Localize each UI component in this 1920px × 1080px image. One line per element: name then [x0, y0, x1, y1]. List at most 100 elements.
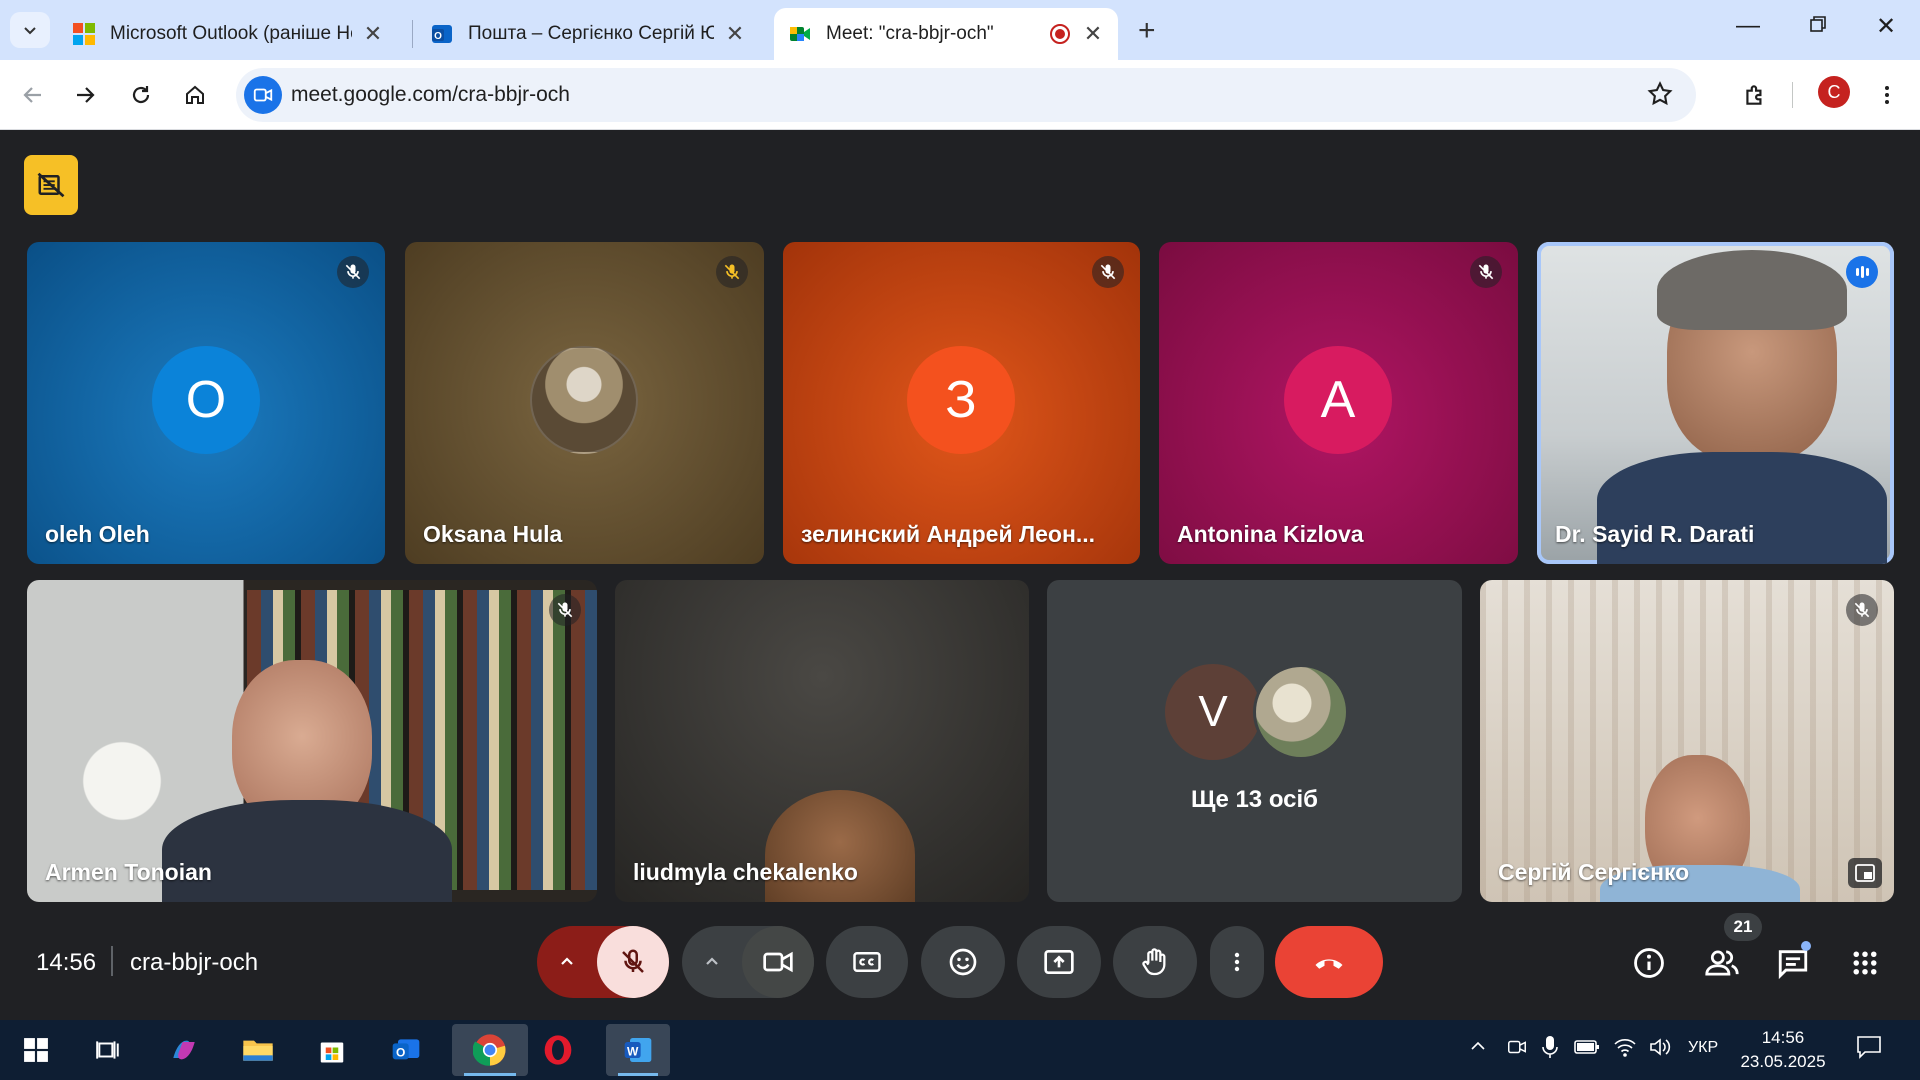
address-bar[interactable]: meet.google.com/cra-bbjr-och [236, 68, 1696, 122]
tab-strip: Microsoft Outlook (раніше Hot ✕ O Пошта … [0, 0, 1920, 60]
close-tab-icon[interactable]: ✕ [724, 21, 746, 47]
toolbar-divider [1792, 82, 1793, 108]
speaker-icon [1650, 1038, 1671, 1056]
video-options-button[interactable] [682, 926, 742, 998]
participants-count-badge: 21 [1724, 913, 1762, 941]
mic-toggle-button[interactable] [597, 926, 669, 998]
present-screen-button[interactable] [1017, 926, 1101, 998]
browser-menu-button[interactable] [1868, 76, 1906, 114]
more-options-button[interactable] [1210, 926, 1264, 998]
participant-tile-oksana[interactable]: Oksana Hula [405, 242, 764, 564]
chevron-up-icon [561, 957, 573, 965]
profile-avatar[interactable]: С [1818, 76, 1850, 108]
svg-text:O: O [396, 1046, 405, 1060]
bookmark-button[interactable] [1646, 80, 1674, 113]
taskbar-clock[interactable]: 14:56 23.05.2025 [1738, 1026, 1828, 1074]
start-button[interactable] [10, 1028, 62, 1072]
mic-off-icon [622, 949, 644, 973]
avatar-photo [530, 346, 638, 454]
close-window-button[interactable]: ✕ [1866, 12, 1906, 41]
site-info-button[interactable] [244, 76, 282, 114]
url-text: meet.google.com/cra-bbjr-och [291, 83, 570, 106]
microphone-tray-button[interactable] [1540, 1035, 1560, 1064]
opera-icon [544, 1035, 572, 1065]
store-icon [320, 1042, 344, 1063]
meet-tray-button[interactable] [1506, 1036, 1528, 1063]
taskbar-outlook[interactable]: O [380, 1028, 432, 1072]
taskbar-word[interactable]: W [606, 1024, 670, 1076]
avatar-photo [1253, 664, 1349, 760]
leave-call-button[interactable] [1275, 926, 1383, 998]
hand-icon [1142, 948, 1166, 976]
extensions-button[interactable] [1736, 76, 1774, 114]
chevron-up-icon [1471, 1041, 1485, 1050]
notification-chat-icon [1857, 1036, 1881, 1059]
tab-search-button[interactable] [10, 12, 50, 48]
minimize-button[interactable]: — [1728, 12, 1768, 40]
restore-button[interactable] [1798, 12, 1838, 40]
forward-button[interactable] [66, 76, 104, 114]
participant-tile-antonina[interactable]: A Antonina Kizlova [1159, 242, 1518, 564]
taskbar-opera[interactable] [532, 1028, 584, 1072]
tab-mail[interactable]: O Пошта – Сергієнко Сергій Юр ✕ [416, 8, 760, 60]
participant-tile-zelinsky[interactable]: З зелинский Андрей Леон... [783, 242, 1140, 564]
participant-tile-serhii[interactable]: Сергій Сергієнко [1480, 580, 1894, 902]
tab-title: Meet: "cra-bbjr-och" [826, 23, 994, 44]
recording-badge[interactable] [24, 155, 78, 215]
present-to-all-icon [1044, 950, 1074, 974]
picture-in-picture-button[interactable] [1848, 858, 1882, 888]
taskbar-copilot[interactable] [158, 1028, 210, 1072]
apps-grid-icon [1853, 951, 1877, 975]
tab-title: Пошта – Сергієнко Сергій Юр [468, 23, 714, 44]
captions-button[interactable] [826, 926, 908, 998]
new-tab-button[interactable]: + [1138, 14, 1156, 48]
windows-taskbar: O W УКР 14:56 23.05.2025 [0, 1020, 1920, 1080]
back-button[interactable] [14, 76, 52, 114]
participant-tile-sayid[interactable]: Dr. Sayid R. Darati [1537, 242, 1894, 564]
video-camera-icon [1508, 1040, 1526, 1054]
folder-icon [243, 1040, 273, 1061]
meeting-info-button[interactable] [1625, 939, 1673, 987]
activities-button[interactable] [1841, 939, 1889, 987]
more-participants-tile[interactable]: V Ще 13 осіб [1047, 580, 1462, 902]
audio-options-button[interactable] [537, 926, 597, 998]
participant-hair [1657, 250, 1847, 330]
participant-tile-oleh[interactable]: O oleh Oleh [27, 242, 385, 564]
microphone-icon [1542, 1036, 1558, 1058]
participant-tile-armen[interactable]: Armen Tonoian [27, 580, 597, 902]
close-tab-icon[interactable]: ✕ [362, 21, 384, 47]
taskbar-chrome[interactable] [452, 1024, 528, 1076]
task-view-button[interactable] [82, 1028, 134, 1072]
taskbar-microsoft-store[interactable] [306, 1028, 358, 1072]
home-button[interactable] [176, 76, 214, 114]
wifi-icon [1614, 1039, 1636, 1057]
people-button[interactable] [1698, 939, 1746, 987]
home-icon [186, 85, 204, 104]
google-meet-icon [790, 27, 810, 41]
network-tray-button[interactable] [1613, 1036, 1637, 1063]
reload-button[interactable] [122, 76, 160, 114]
show-hidden-icons-button[interactable] [1468, 1036, 1488, 1061]
tab-meet[interactable]: Meet: "cra-bbjr-och" ✕ [774, 8, 1118, 60]
tab-divider [412, 20, 413, 48]
input-language-indicator[interactable]: УКР [1688, 1039, 1718, 1057]
call-end-icon [1315, 959, 1343, 969]
copilot-icon [173, 1040, 195, 1060]
raise-hand-button[interactable] [1113, 926, 1197, 998]
camera-toggle-button[interactable] [742, 926, 814, 998]
tab-outlook[interactable]: Microsoft Outlook (раніше Hot ✕ [58, 8, 398, 60]
volume-tray-button[interactable] [1648, 1036, 1672, 1063]
people-icon [1705, 950, 1739, 976]
chat-button[interactable] [1769, 939, 1817, 987]
participant-tile-liudmyla[interactable]: liudmyla chekalenko [615, 580, 1029, 902]
chevron-down-icon [24, 27, 36, 35]
battery-tray-button[interactable] [1574, 1037, 1600, 1062]
close-tab-icon[interactable]: ✕ [1082, 21, 1104, 47]
no-recording-icon [37, 172, 65, 198]
notifications-button[interactable] [1856, 1035, 1882, 1064]
unread-dot [1801, 941, 1811, 951]
more-participants-label: Ще 13 осіб [1190, 786, 1319, 813]
taskbar-file-explorer[interactable] [232, 1028, 284, 1072]
reactions-button[interactable] [921, 926, 1005, 998]
chevron-up-icon [706, 957, 718, 965]
